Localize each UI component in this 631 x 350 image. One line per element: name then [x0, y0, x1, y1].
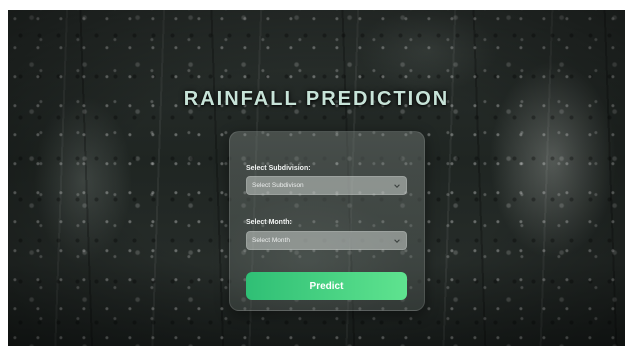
rain-background: RAINFALL PREDICTION Select Subdivision: …: [8, 10, 625, 346]
subdivision-select-value: Select Subdivison: [252, 182, 304, 189]
page-title: RAINFALL PREDICTION: [183, 88, 450, 110]
prediction-form-card: Select Subdivision: Select Subdivison Se…: [229, 131, 425, 311]
month-select[interactable]: Select Month: [246, 231, 407, 250]
chevron-down-icon: [393, 182, 401, 190]
subdivision-select[interactable]: Select Subdivison: [246, 176, 407, 195]
chevron-down-icon: [393, 237, 401, 245]
month-label: Select Month:: [246, 219, 292, 226]
month-select-value: Select Month: [252, 237, 290, 244]
predict-button[interactable]: Predict: [246, 272, 407, 300]
subdivision-label: Select Subdivision:: [246, 165, 311, 172]
